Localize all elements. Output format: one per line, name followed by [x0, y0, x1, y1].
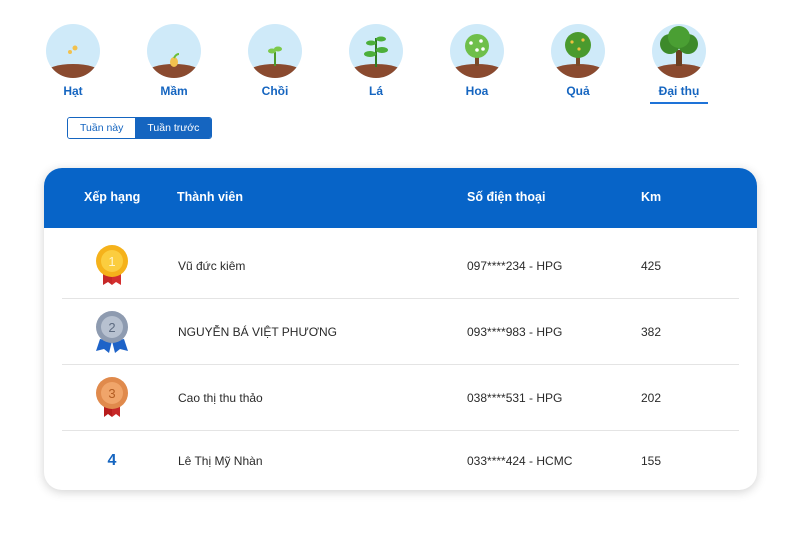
stage-hat[interactable]: Hạt	[33, 24, 113, 98]
week-toggle: Tuần này Tuần trước	[67, 117, 213, 139]
big-tree-icon	[652, 24, 706, 78]
header-rank: Xếp hạng	[84, 190, 141, 204]
header-km: Km	[641, 190, 662, 204]
stage-la[interactable]: Lá	[336, 24, 416, 98]
stage-hoa[interactable]: Hoa	[437, 24, 517, 98]
rank-number: 4	[107, 452, 117, 469]
bud-icon	[248, 24, 302, 78]
rank-number: 1	[108, 254, 115, 269]
table-header: Xếp hạng Thành viên Số điện thoại Km	[44, 168, 757, 228]
rank-number: 3	[108, 386, 115, 401]
stage-dai-thu[interactable]: Đại thụ	[639, 24, 719, 104]
gold-medal-icon: 1	[92, 243, 132, 289]
rank-number: 2	[108, 320, 115, 335]
km-value: 382	[641, 325, 662, 339]
stage-label: Hạt	[63, 84, 83, 98]
bronze-medal-icon: 3	[92, 375, 132, 421]
table-row: 3 Cao thị thu thảo 038****531 - HPG 202	[62, 365, 739, 431]
leaf-plant-icon	[349, 24, 403, 78]
phone-number: 097****234 - HPG	[467, 259, 563, 273]
phone-number: 093****983 - HPG	[467, 325, 563, 339]
stage-label: Mầm	[160, 84, 188, 98]
stage-label: Lá	[368, 84, 383, 98]
member-name: Lê Thị Mỹ Nhàn	[178, 454, 263, 468]
sprout-icon	[147, 24, 201, 78]
flower-tree-icon	[450, 24, 504, 78]
table-row: 1 Vũ đức kiêm 097****234 - HPG 425	[62, 233, 739, 299]
growth-stage-selector: Hạt Mầm Chồi Lá Hoa Quả Đại thụ	[46, 24, 754, 106]
stage-mam[interactable]: Mầm	[134, 24, 214, 98]
stage-choi[interactable]: Chồi	[235, 24, 315, 98]
stage-label: Chồi	[261, 84, 289, 98]
last-week-tab[interactable]: Tuần trước	[135, 118, 212, 138]
this-week-tab[interactable]: Tuần này	[68, 118, 136, 138]
phone-number: 038****531 - HPG	[467, 391, 563, 405]
rank-cell: 4	[92, 438, 132, 484]
stage-label: Hoa	[465, 84, 489, 98]
km-value: 155	[641, 454, 662, 468]
stage-label: Quả	[566, 84, 590, 98]
phone-number: 033****424 - HCMC	[467, 454, 573, 468]
seed-icon	[46, 24, 100, 78]
km-value: 425	[641, 259, 662, 273]
header-phone: Số điện thoại	[467, 190, 546, 204]
member-name: NGUYỄN BÁ VIỆT PHƯƠNG	[178, 325, 338, 339]
km-value: 202	[641, 391, 662, 405]
stage-qua[interactable]: Quả	[538, 24, 618, 98]
table-row: 2 NGUYỄN BÁ VIỆT PHƯƠNG 093****983 - HPG…	[62, 299, 739, 365]
header-member: Thành viên	[177, 190, 243, 204]
stage-label: Đại thụ	[658, 84, 700, 98]
table-row: 4 Lê Thị Mỹ Nhàn 033****424 - HCMC 155	[62, 431, 739, 490]
member-name: Vũ đức kiêm	[178, 259, 246, 273]
fruit-tree-icon	[551, 24, 605, 78]
leaderboard-table: Xếp hạng Thành viên Số điện thoại Km 1 V…	[44, 168, 757, 490]
member-name: Cao thị thu thảo	[178, 391, 263, 405]
active-stage-underline	[650, 102, 708, 104]
silver-medal-icon: 2	[92, 309, 132, 355]
